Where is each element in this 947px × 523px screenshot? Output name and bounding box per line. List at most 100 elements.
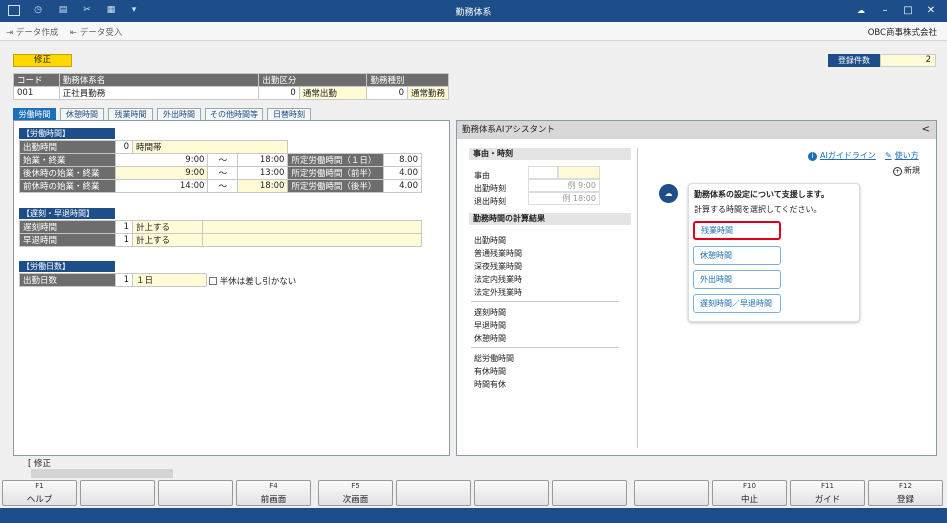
range-separator: 〜 xyxy=(207,179,239,193)
f11-guide-button[interactable]: F11 ガイド xyxy=(790,480,865,506)
minimize-button[interactable]: – xyxy=(878,4,892,18)
f4-prev-screen-button[interactable]: F4 前画面 xyxy=(236,480,311,506)
result-item: 深夜残業時間 xyxy=(474,262,522,271)
code-value[interactable]: 001 xyxy=(13,86,60,100)
days-row-value[interactable]: 1 xyxy=(115,273,133,287)
labor-row-label: 後休時の始業・終業 xyxy=(19,166,116,180)
in-time-label: 出勤時刻 xyxy=(474,184,506,193)
late-row-label: 早退時間 xyxy=(19,233,116,247)
half-day-option[interactable]: 半休は差し引かない xyxy=(209,275,296,287)
time-input[interactable]: 18:00 xyxy=(237,179,289,193)
labor-section-title: 【労働時間】 xyxy=(19,128,115,139)
labor-row-value[interactable]: 0 xyxy=(115,140,133,154)
choice-overtime[interactable]: 残業時間 xyxy=(693,221,781,240)
late-row-value[interactable]: 1 xyxy=(115,233,133,247)
attend-code[interactable]: 0 xyxy=(258,86,300,100)
late-row-text: 計上する xyxy=(132,233,203,247)
reason-label: 事由 xyxy=(474,171,490,180)
reason-header: 事由・時刻 xyxy=(469,148,631,160)
f2-button[interactable] xyxy=(80,480,155,506)
choice-late-early[interactable]: 遅刻時間／早退時間 xyxy=(693,294,781,313)
result-item: 総労働時間 xyxy=(474,354,514,363)
hours-value[interactable]: 4.00 xyxy=(383,179,422,193)
new-icon: + xyxy=(893,167,902,176)
labor-row-label: 前休時の始業・終業 xyxy=(19,179,116,193)
register-count-label: 登録件数 xyxy=(828,54,880,67)
title-bar: ◷ ▤ ✂ ▦ ▾ 勤務体系 ☁ – □ ✕ xyxy=(0,0,947,22)
ai-cloud-icon[interactable]: ☁ xyxy=(850,4,872,18)
col-name: 勤務体系名 xyxy=(58,73,260,87)
late-row-value[interactable]: 1 xyxy=(115,220,133,234)
choice-break[interactable]: 休憩時間 xyxy=(693,246,781,265)
tab-other[interactable]: その他時間等 xyxy=(205,108,263,120)
tab-break[interactable]: 休憩時間 xyxy=(60,108,104,120)
out-time-input[interactable]: 例 18:00 xyxy=(528,192,600,205)
f12-register-button[interactable]: F12 登録 xyxy=(868,480,943,506)
status-bar-fill xyxy=(31,469,173,478)
time-input[interactable]: 9:00 xyxy=(114,166,209,180)
col-attend-2 xyxy=(299,73,368,87)
result-item: 遅刻時間 xyxy=(474,308,506,317)
labor-row-label: 所定労働時間（１日） xyxy=(287,153,385,167)
days-table: 出勤日数 1 １日 xyxy=(19,273,207,287)
ai-message-bubble: 勤務体系の設定について支援します。 計算する時間を選択してください。 残業時間 … xyxy=(688,183,860,322)
days-row-label: 出勤日数 xyxy=(19,273,116,287)
name-value[interactable]: 正社員勤務 xyxy=(58,86,260,100)
divider xyxy=(471,301,619,302)
window-title: 勤務体系 xyxy=(455,8,492,18)
status-label: [ 修正 xyxy=(28,459,52,469)
type-name: 通常勤務 xyxy=(406,86,450,100)
time-input[interactable]: 13:00 xyxy=(237,166,289,180)
choice-outing[interactable]: 外出時間 xyxy=(693,270,781,289)
f5-next-screen-button[interactable]: F5 次画面 xyxy=(318,480,393,506)
new-button[interactable]: + 新規 xyxy=(893,165,920,176)
fkey-number: F5 xyxy=(351,482,360,490)
f10-cancel-button[interactable]: F10 中止 xyxy=(712,480,787,506)
hours-value[interactable]: 8.00 xyxy=(383,153,422,167)
data-create-button[interactable]: ⇥ データ作成 xyxy=(6,26,58,38)
tab-daily-time[interactable]: 日替時刻 xyxy=(267,108,311,120)
f1-help-button[interactable]: F1 ヘルプ xyxy=(2,480,77,506)
how-to-link[interactable]: ✎ 使い方 xyxy=(885,150,919,161)
tab-outing[interactable]: 外出時間 xyxy=(157,108,201,120)
result-item: 法定外残業時 xyxy=(474,288,522,297)
fkey-number: F10 xyxy=(743,482,756,490)
maximize-button[interactable]: □ xyxy=(901,4,915,18)
f7-button[interactable] xyxy=(474,480,549,506)
f6-button[interactable] xyxy=(396,480,471,506)
fkey-number: F4 xyxy=(269,482,278,490)
how-to-label: 使い方 xyxy=(894,151,919,160)
out-time-label: 退出時刻 xyxy=(474,197,506,206)
type-code[interactable]: 0 xyxy=(366,86,408,100)
fkey-number: F12 xyxy=(899,482,912,490)
result-item: 出勤時間 xyxy=(474,236,506,245)
ai-assistant-panel: 勤務体系AIアシスタント < 事由・時刻 事由 出勤時刻 退出時刻 例 9:00… xyxy=(456,120,937,456)
collapse-icon[interactable]: < xyxy=(922,121,930,139)
ai-assistant-title: 勤務体系AIアシスタント < xyxy=(457,121,936,139)
ai-guideline-link[interactable]: i AIガイドライン xyxy=(808,150,876,161)
time-input[interactable]: 18:00 xyxy=(237,153,289,167)
result-item: 休憩時間 xyxy=(474,334,506,343)
time-input[interactable]: 14:00 xyxy=(114,179,209,193)
in-time-input[interactable]: 例 9:00 xyxy=(528,179,600,192)
result-item: 普通残業時間 xyxy=(474,249,522,258)
f9-button[interactable] xyxy=(634,480,709,506)
calc-result-header: 勤務時間の計算結果 xyxy=(469,213,631,225)
half-day-checkbox[interactable] xyxy=(209,277,217,285)
f3-button[interactable] xyxy=(158,480,233,506)
f8-button[interactable] xyxy=(552,480,627,506)
reason-code-input[interactable] xyxy=(528,166,558,179)
close-button[interactable]: ✕ xyxy=(924,4,938,18)
fkey-label: ガイド xyxy=(814,495,841,505)
time-input[interactable]: 9:00 xyxy=(114,153,209,167)
fkey-label: 中止 xyxy=(740,495,758,505)
info-icon: i xyxy=(808,152,817,161)
hours-value[interactable]: 4.00 xyxy=(383,166,422,180)
fkey-number: F11 xyxy=(821,482,834,490)
data-import-button[interactable]: ⇤ データ受入 xyxy=(70,26,122,38)
mode-badge: 修正 xyxy=(13,54,72,67)
tab-overtime[interactable]: 残業時間 xyxy=(108,108,153,120)
labor-table: 出勤時間 0 時間帯 始業・終業 9:00 〜 18:00 所定労働時間（１日）… xyxy=(19,140,422,193)
panel-divider xyxy=(637,148,638,448)
tab-labor[interactable]: 労働時間 xyxy=(13,108,56,120)
